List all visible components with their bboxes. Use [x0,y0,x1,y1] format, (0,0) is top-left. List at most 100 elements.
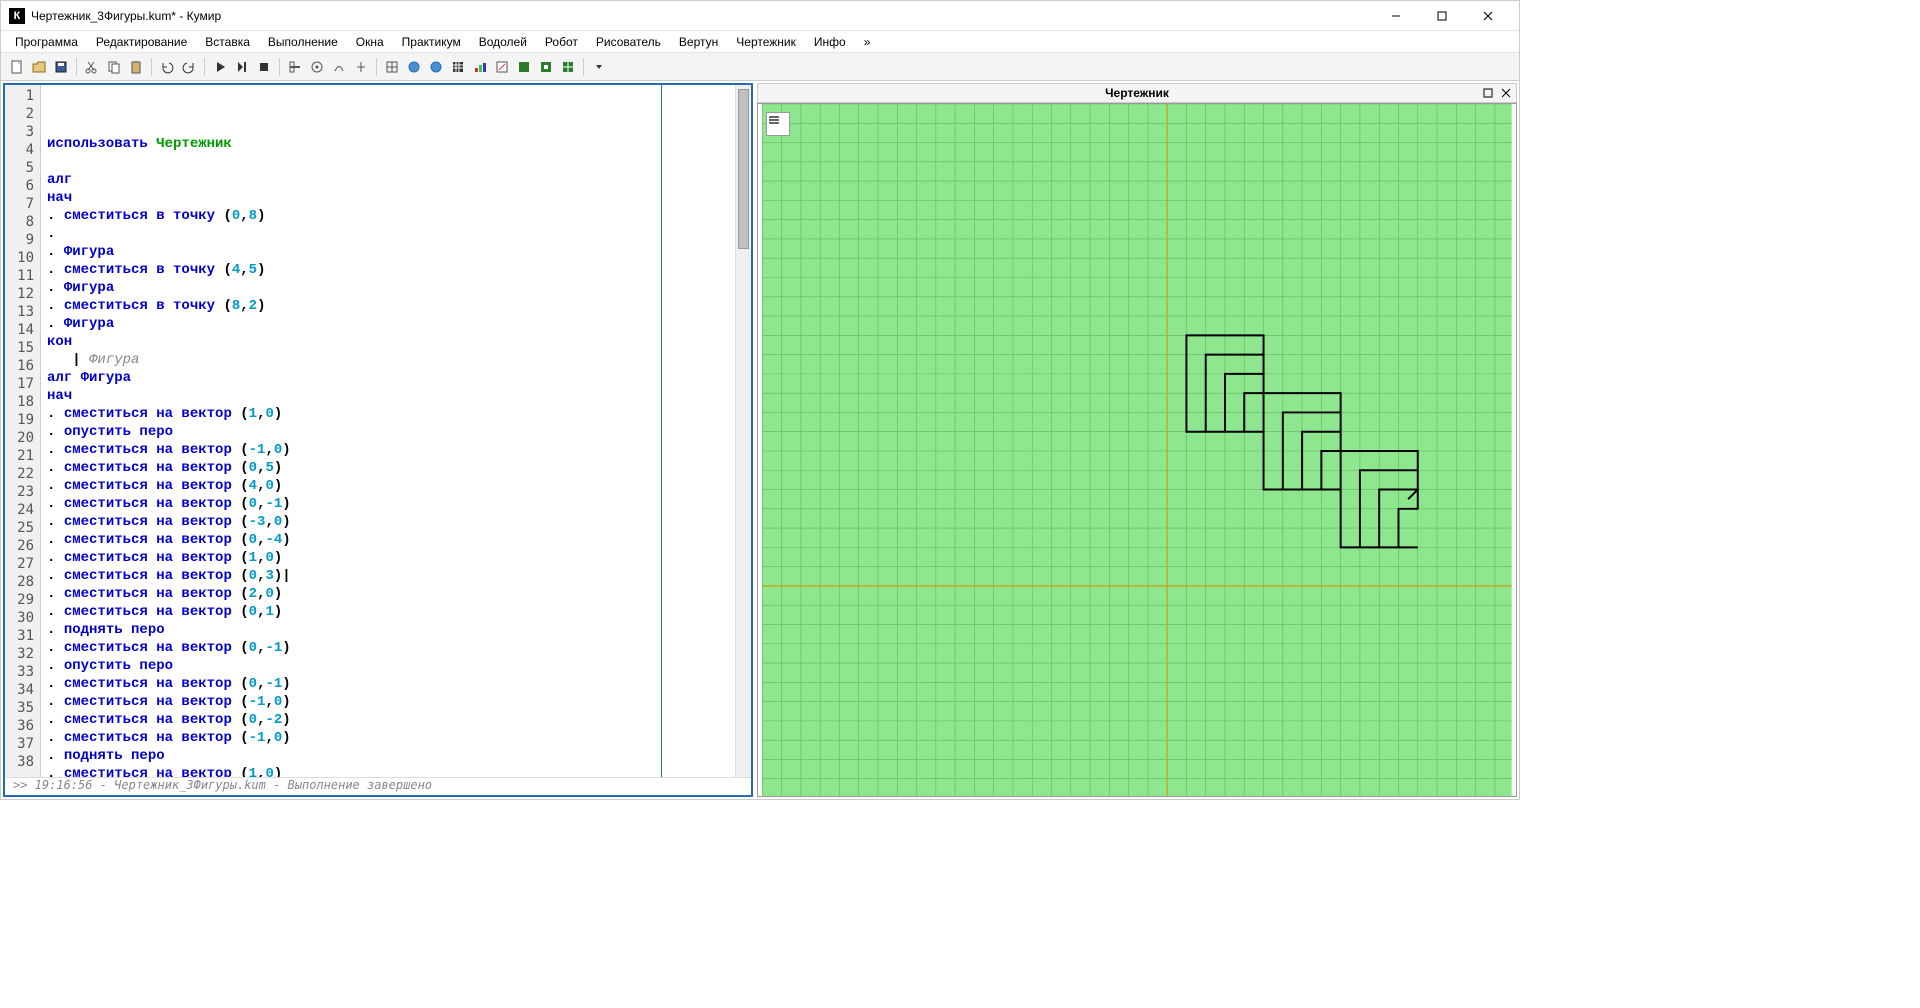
code-line[interactable]: . сместиться на вектор (-1,0) [47,693,729,711]
menu-item[interactable]: Редактирование [88,33,195,51]
menu-item[interactable]: Инфо [806,33,854,51]
code-line[interactable]: . опустить перо [47,657,729,675]
maximize-button[interactable] [1419,1,1465,31]
code-line[interactable]: . сместиться на вектор (0,-2) [47,711,729,729]
separator [279,58,280,76]
line-number: 38 [5,753,34,771]
tool-icon[interactable] [558,57,578,77]
window-title: Чертежник_3Фигуры.kum* - Кумир [31,9,1373,23]
chart-icon[interactable] [470,57,490,77]
code-line[interactable]: . сместиться на вектор (-3,0) [47,513,729,531]
line-number: 15 [5,339,34,357]
menu-item[interactable]: Выполнение [260,33,346,51]
menu-item[interactable]: Практикум [394,33,469,51]
menu-item[interactable]: Вертун [671,33,726,51]
code-line[interactable]: . сместиться на вектор (4,0) [47,477,729,495]
code-line[interactable] [47,153,729,171]
new-file-button[interactable] [7,57,27,77]
code-line[interactable]: . сместиться на вектор (-1,0) [47,729,729,747]
main-area: 1234567891011121314151617181920212223242… [1,81,1519,799]
code-line[interactable]: . сместиться на вектор (-1,0) [47,441,729,459]
code-line[interactable]: алг Фигура [47,369,729,387]
code-line[interactable]: . поднять перо [47,747,729,765]
open-file-button[interactable] [29,57,49,77]
line-number: 30 [5,609,34,627]
undo-button[interactable] [157,57,177,77]
dropdown-icon[interactable] [589,57,609,77]
panel-maximize-icon[interactable] [1480,85,1496,101]
code-line[interactable]: алг [47,171,729,189]
minimize-button[interactable] [1373,1,1419,31]
code-line[interactable]: нач [47,387,729,405]
code-editor[interactable]: использовать Чертежникалгнач. сместиться… [41,85,735,777]
run-button[interactable] [210,57,230,77]
menu-item[interactable]: Вставка [197,33,258,51]
code-line[interactable]: . сместиться на вектор (0,5) [47,459,729,477]
stop-button[interactable] [254,57,274,77]
scrollbar-thumb[interactable] [738,89,749,249]
menu-item[interactable]: » [856,33,879,51]
globe-icon[interactable] [426,57,446,77]
code-line[interactable]: . сместиться на вектор (0,3)| [47,567,729,585]
tool-icon[interactable] [329,57,349,77]
code-line[interactable]: . опустить перо [47,423,729,441]
cut-button[interactable] [82,57,102,77]
code-line[interactable]: . сместиться в точку (8,2) [47,297,729,315]
code-line[interactable]: . поднять перо [47,621,729,639]
code-line[interactable]: кон [47,333,729,351]
app-icon: К [9,8,25,24]
code-line[interactable]: . сместиться на вектор (2,0) [47,585,729,603]
panel-close-icon[interactable] [1498,85,1514,101]
code-line[interactable]: использовать Чертежник [47,135,729,153]
line-number: 8 [5,213,34,231]
menu-item[interactable]: Чертежник [728,33,804,51]
tool-icon[interactable] [307,57,327,77]
code-line[interactable]: . Фигура [47,315,729,333]
line-number: 12 [5,285,34,303]
code-line[interactable]: . [47,225,729,243]
menu-item[interactable]: Окна [348,33,392,51]
code-line[interactable]: . сместиться на вектор (0,-1) [47,495,729,513]
code-line[interactable]: . сместиться на вектор (0,-4) [47,531,729,549]
tool-icon[interactable] [536,57,556,77]
app-window: К Чертежник_3Фигуры.kum* - Кумир Програм… [0,0,1520,800]
table-icon[interactable] [448,57,468,77]
paint-icon[interactable] [492,57,512,77]
code-line[interactable]: . сместиться в точку (4,5) [47,261,729,279]
line-number: 1 [5,87,34,105]
code-line[interactable]: нач [47,189,729,207]
canvas-menu-icon[interactable] [766,112,790,136]
step-button[interactable] [232,57,252,77]
code-line[interactable]: . сместиться на вектор (0,-1) [47,639,729,657]
code-line[interactable]: . сместиться на вектор (1,0) [47,765,729,777]
menu-item[interactable]: Водолей [471,33,535,51]
menu-item[interactable]: Программа [7,33,86,51]
vertical-scrollbar[interactable] [735,85,751,777]
drawing-canvas[interactable] [757,103,1517,797]
tool-icon[interactable] [514,57,534,77]
code-line[interactable]: . сместиться в точку (0,8) [47,207,729,225]
code-line[interactable]: | Фигура [47,351,729,369]
close-button[interactable] [1465,1,1511,31]
separator [376,58,377,76]
redo-button[interactable] [179,57,199,77]
copy-button[interactable] [104,57,124,77]
menu-item[interactable]: Робот [537,33,586,51]
paste-button[interactable] [126,57,146,77]
line-number: 23 [5,483,34,501]
line-number: 32 [5,645,34,663]
line-number: 9 [5,231,34,249]
code-line[interactable]: . сместиться на вектор (0,-1) [47,675,729,693]
tool-icon[interactable] [285,57,305,77]
code-line[interactable]: . сместиться на вектор (1,0) [47,549,729,567]
code-line[interactable]: . сместиться на вектор (1,0) [47,405,729,423]
globe-icon[interactable] [404,57,424,77]
drawer-header: Чертежник [757,83,1517,103]
grid-icon[interactable] [382,57,402,77]
menu-item[interactable]: Рисователь [588,33,669,51]
save-button[interactable] [51,57,71,77]
tool-icon[interactable] [351,57,371,77]
code-line[interactable]: . Фигура [47,279,729,297]
code-line[interactable]: . сместиться на вектор (0,1) [47,603,729,621]
code-line[interactable]: . Фигура [47,243,729,261]
